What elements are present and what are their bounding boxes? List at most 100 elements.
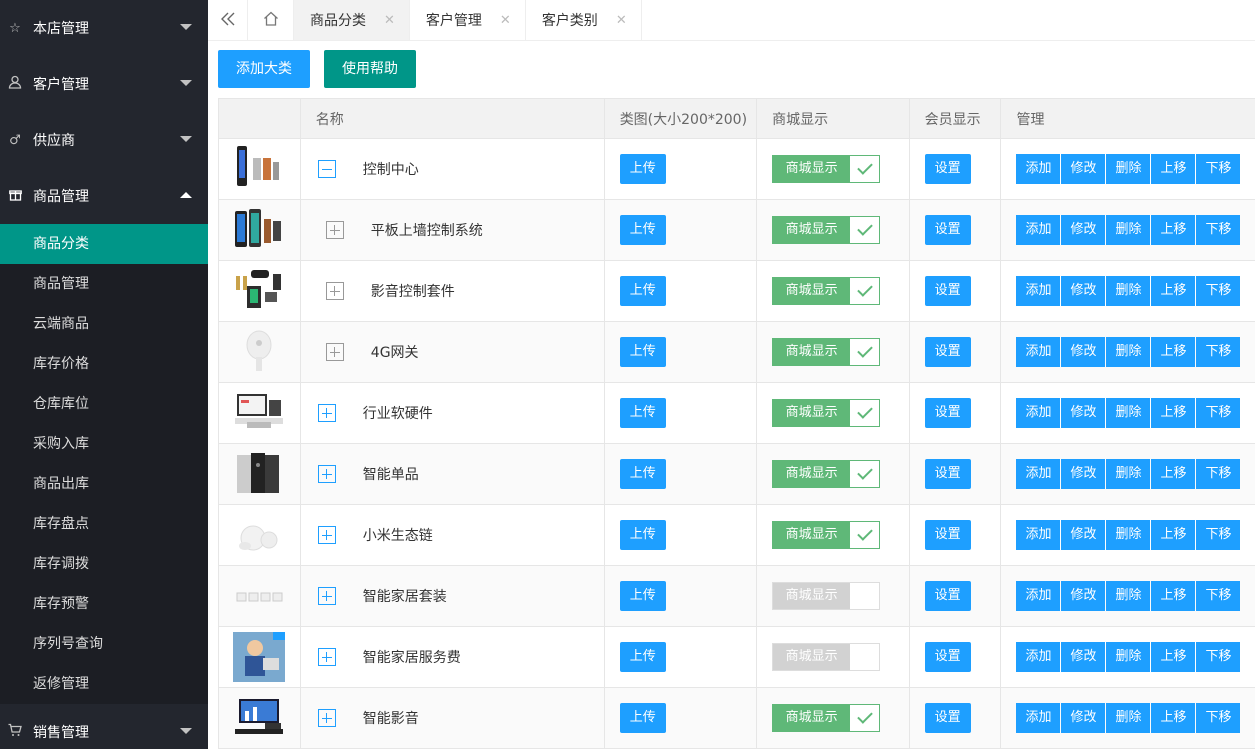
shop-display-toggle[interactable]: 商城显示 [772, 338, 881, 366]
setting-button[interactable]: 设置 [924, 337, 971, 367]
tab-customer-types[interactable]: 客户类别 ✕ [526, 0, 642, 40]
sidebar-item-transfer[interactable]: 库存调拨 [0, 544, 208, 584]
tab-customers[interactable]: 客户管理 ✕ [410, 0, 526, 40]
action-delete-button[interactable]: 删除 [1106, 520, 1151, 550]
action-delete-button[interactable]: 删除 [1106, 215, 1151, 245]
shop-display-toggle[interactable]: 商城显示 [772, 521, 881, 549]
sidebar-item-stock-price[interactable]: 库存价格 [0, 344, 208, 384]
upload-button[interactable]: 上传 [619, 459, 666, 489]
action-move-up-button[interactable]: 上移 [1151, 581, 1196, 611]
action-move-down-button[interactable]: 下移 [1196, 703, 1241, 733]
upload-button[interactable]: 上传 [619, 398, 666, 428]
help-button[interactable]: 使用帮助 [324, 50, 416, 88]
action-delete-button[interactable]: 删除 [1106, 703, 1151, 733]
upload-button[interactable]: 上传 [619, 215, 666, 245]
action-edit-button[interactable]: 修改 [1061, 581, 1106, 611]
sidebar-group-customers[interactable]: 客户管理 [0, 56, 208, 112]
home-tab[interactable] [248, 0, 294, 40]
upload-button[interactable]: 上传 [619, 581, 666, 611]
add-category-button[interactable]: 添加大类 [218, 50, 310, 88]
action-edit-button[interactable]: 修改 [1061, 520, 1106, 550]
action-move-down-button[interactable]: 下移 [1196, 337, 1241, 367]
setting-button[interactable]: 设置 [924, 215, 971, 245]
action-move-up-button[interactable]: 上移 [1151, 215, 1196, 245]
action-edit-button[interactable]: 修改 [1061, 154, 1106, 184]
shop-display-toggle[interactable]: 商城显示 [772, 216, 881, 244]
action-add-button[interactable]: 添加 [1016, 520, 1061, 550]
setting-button[interactable]: 设置 [924, 520, 971, 550]
action-move-down-button[interactable]: 下移 [1196, 215, 1241, 245]
sidebar-item-category[interactable]: 商品分类 [0, 224, 208, 264]
action-delete-button[interactable]: 删除 [1106, 398, 1151, 428]
action-move-down-button[interactable]: 下移 [1196, 398, 1241, 428]
upload-button[interactable]: 上传 [619, 520, 666, 550]
close-icon[interactable]: ✕ [500, 13, 511, 28]
action-move-up-button[interactable]: 上移 [1151, 276, 1196, 306]
setting-button[interactable]: 设置 [924, 642, 971, 672]
shop-display-toggle[interactable]: 商城显示 [772, 643, 881, 671]
action-edit-button[interactable]: 修改 [1061, 642, 1106, 672]
expand-icon[interactable] [317, 465, 336, 483]
sidebar-item-product-out[interactable]: 商品出库 [0, 464, 208, 504]
expand-icon[interactable] [325, 343, 344, 361]
expand-icon[interactable] [317, 526, 336, 544]
shop-display-toggle[interactable]: 商城显示 [772, 277, 881, 305]
action-add-button[interactable]: 添加 [1016, 154, 1061, 184]
action-delete-button[interactable]: 删除 [1106, 276, 1151, 306]
sidebar-item-repair[interactable]: 返修管理 [0, 664, 208, 704]
sidebar-item-product-manage[interactable]: 商品管理 [0, 264, 208, 304]
action-move-up-button[interactable]: 上移 [1151, 703, 1196, 733]
action-move-up-button[interactable]: 上移 [1151, 337, 1196, 367]
action-add-button[interactable]: 添加 [1016, 398, 1061, 428]
action-add-button[interactable]: 添加 [1016, 215, 1061, 245]
shop-display-toggle[interactable]: 商城显示 [772, 155, 881, 183]
action-move-up-button[interactable]: 上移 [1151, 154, 1196, 184]
shop-display-toggle[interactable]: 商城显示 [772, 399, 881, 427]
sidebar-group-sales[interactable]: 销售管理 [0, 704, 208, 749]
expand-icon[interactable] [317, 709, 336, 727]
upload-button[interactable]: 上传 [619, 642, 666, 672]
action-move-down-button[interactable]: 下移 [1196, 154, 1241, 184]
action-move-up-button[interactable]: 上移 [1151, 642, 1196, 672]
sidebar-item-serial-query[interactable]: 序列号查询 [0, 624, 208, 664]
action-delete-button[interactable]: 删除 [1106, 642, 1151, 672]
action-edit-button[interactable]: 修改 [1061, 337, 1106, 367]
action-delete-button[interactable]: 删除 [1106, 581, 1151, 611]
expand-icon[interactable] [317, 587, 336, 605]
collapse-icon[interactable] [317, 160, 336, 178]
sidebar-group-products[interactable]: 商品管理 [0, 168, 208, 224]
upload-button[interactable]: 上传 [619, 703, 666, 733]
sidebar-item-cloud-products[interactable]: 云端商品 [0, 304, 208, 344]
upload-button[interactable]: 上传 [619, 276, 666, 306]
action-edit-button[interactable]: 修改 [1061, 703, 1106, 733]
action-edit-button[interactable]: 修改 [1061, 276, 1106, 306]
action-add-button[interactable]: 添加 [1016, 337, 1061, 367]
sidebar-item-stock-alert[interactable]: 库存预警 [0, 584, 208, 624]
expand-icon[interactable] [325, 221, 344, 239]
setting-button[interactable]: 设置 [924, 459, 971, 489]
action-move-down-button[interactable]: 下移 [1196, 276, 1241, 306]
sidebar-item-purchase-in[interactable]: 采购入库 [0, 424, 208, 464]
sidebar-item-warehouse[interactable]: 仓库库位 [0, 384, 208, 424]
collapse-sidebar-button[interactable] [208, 0, 248, 40]
action-add-button[interactable]: 添加 [1016, 703, 1061, 733]
action-add-button[interactable]: 添加 [1016, 459, 1061, 489]
upload-button[interactable]: 上传 [619, 337, 666, 367]
shop-display-toggle[interactable]: 商城显示 [772, 704, 881, 732]
action-move-down-button[interactable]: 下移 [1196, 520, 1241, 550]
expand-icon[interactable] [325, 282, 344, 300]
close-icon[interactable]: ✕ [384, 13, 395, 28]
action-delete-button[interactable]: 删除 [1106, 459, 1151, 489]
shop-display-toggle[interactable]: 商城显示 [772, 582, 881, 610]
action-edit-button[interactable]: 修改 [1061, 398, 1106, 428]
action-edit-button[interactable]: 修改 [1061, 459, 1106, 489]
action-add-button[interactable]: 添加 [1016, 581, 1061, 611]
action-move-down-button[interactable]: 下移 [1196, 581, 1241, 611]
tab-category[interactable]: 商品分类 ✕ [294, 0, 410, 40]
action-add-button[interactable]: 添加 [1016, 276, 1061, 306]
action-move-down-button[interactable]: 下移 [1196, 459, 1241, 489]
sidebar-group-store[interactable]: ☆ 本店管理 [0, 0, 208, 56]
action-delete-button[interactable]: 删除 [1106, 337, 1151, 367]
action-edit-button[interactable]: 修改 [1061, 215, 1106, 245]
action-move-up-button[interactable]: 上移 [1151, 459, 1196, 489]
